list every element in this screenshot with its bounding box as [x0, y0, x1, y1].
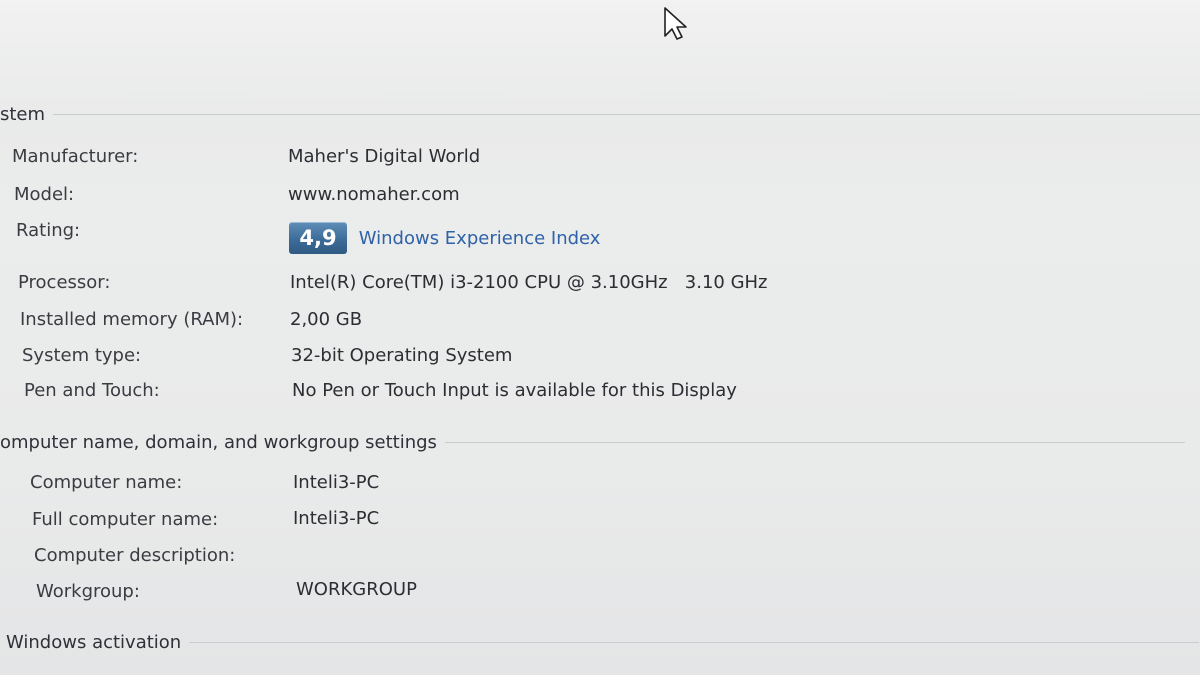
- computer-name-value: Inteli3-PC: [293, 472, 380, 493]
- computer-description-label: Computer description:: [34, 545, 236, 566]
- windows-activation-section-title: Windows activation: [6, 631, 182, 653]
- section-divider: [53, 113, 1200, 115]
- full-computer-name-label: Full computer name:: [32, 509, 219, 530]
- system-section-header: stem: [0, 102, 1200, 126]
- processor-label: Processor:: [18, 272, 111, 293]
- pen-and-touch-value: No Pen or Touch Input is available for t…: [292, 380, 737, 401]
- system-section-title: stem: [0, 103, 46, 125]
- workgroup-label: Workgroup:: [36, 581, 140, 602]
- section-divider: [444, 441, 1185, 443]
- computer-name-section-header: omputer name, domain, and workgroup sett…: [0, 430, 1185, 454]
- mouse-cursor-icon: [664, 7, 687, 40]
- windows-experience-index-link[interactable]: Windows Experience Index: [359, 228, 601, 249]
- rating-label: Rating:: [16, 220, 81, 241]
- installed-memory-label: Installed memory (RAM):: [20, 309, 244, 330]
- section-divider: [189, 641, 1200, 643]
- manufacturer-value: Maher's Digital World: [288, 146, 481, 167]
- system-type-value: 32-bit Operating System: [291, 345, 513, 366]
- rating-score-badge[interactable]: 4,9: [289, 222, 347, 254]
- windows-activation-section-header: Windows activation: [0, 630, 1200, 654]
- manufacturer-label: Manufacturer:: [12, 146, 139, 167]
- pen-and-touch-label: Pen and Touch:: [24, 380, 160, 401]
- computer-name-section-title: omputer name, domain, and workgroup sett…: [0, 431, 437, 453]
- system-type-label: System type:: [22, 345, 142, 366]
- processor-value: Intel(R) Core(TM) i3-2100 CPU @ 3.10GHz …: [290, 272, 768, 293]
- rating-group: 4,9 Windows Experience Index: [289, 222, 600, 254]
- full-computer-name-value: Inteli3-PC: [293, 508, 380, 529]
- workgroup-value: WORKGROUP: [296, 579, 417, 600]
- model-label: Model:: [14, 184, 75, 205]
- computer-name-label: Computer name:: [30, 472, 183, 493]
- installed-memory-value: 2,00 GB: [290, 309, 363, 330]
- model-value: www.nomaher.com: [288, 184, 460, 205]
